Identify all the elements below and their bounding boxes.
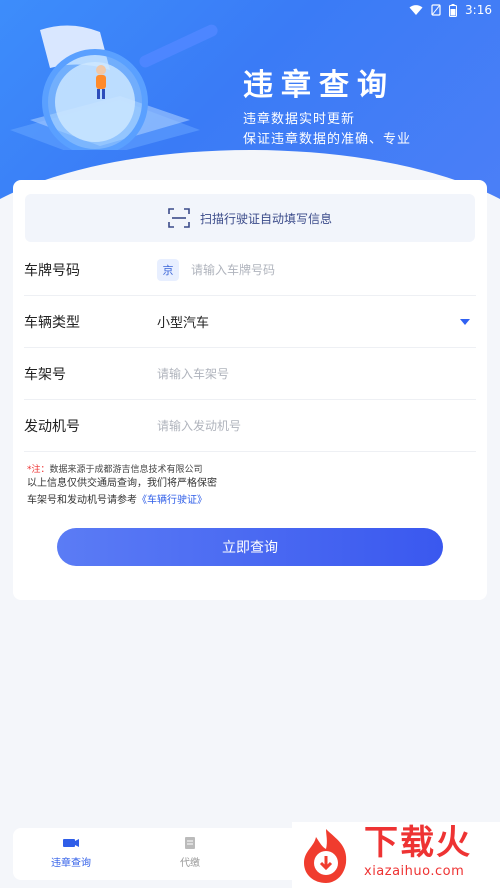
engine-input[interactable]: 请输入发动机号 [157, 417, 241, 434]
plate-row: 车牌号码 京 请输入车牌号码 [24, 244, 476, 296]
vehicle-type-select[interactable]: 小型汽车 [157, 312, 460, 331]
frame-label: 车架号 [24, 366, 66, 383]
plate-province-selector[interactable]: 京 [157, 258, 179, 281]
reference-note-text: 车架号和发动机号请参考 [27, 495, 137, 506]
wifi-icon [409, 5, 423, 15]
magnifier-illustration [10, 24, 218, 150]
dropdown-caret-icon[interactable] [460, 318, 470, 325]
tab-violation-query-label: 违章查询 [51, 858, 91, 869]
submit-query-button[interactable]: 立即查询 [57, 528, 443, 566]
engine-label: 发动机号 [24, 418, 80, 435]
privacy-note: 以上信息仅供交通局查询，我们将严格保密 [27, 478, 217, 489]
vehicle-type-label: 车辆类型 [24, 314, 80, 331]
status-bar: 3:16 [0, 0, 500, 20]
engine-row: 发动机号 请输入发动机号 [24, 400, 476, 452]
query-form-card: 扫描行驶证自动填写信息 车牌号码 京 请输入车牌号码 车辆类型 小型汽车 车架号… [13, 180, 487, 600]
tab-payment[interactable]: 代缴 [150, 836, 230, 869]
battery-icon [449, 3, 458, 17]
camera-tab-icon [63, 839, 79, 847]
scan-label: 扫描行驶证自动填写信息 [199, 211, 332, 226]
plate-input[interactable]: 请输入车牌号码 [191, 261, 275, 278]
vehicle-license-link[interactable]: 《车辆行驶证》 [137, 495, 207, 506]
flame-logo-icon [304, 829, 347, 883]
reference-note: 车架号和发动机号请参考《车辆行驶证》 [27, 491, 207, 506]
scan-icon [168, 208, 190, 228]
site-watermark: 下载火 xiazaihuo.com [292, 822, 500, 888]
plate-label: 车牌号码 [24, 262, 80, 279]
no-sim-icon [431, 4, 441, 16]
clock: 3:16 [465, 3, 492, 17]
watermark-domain: xiazaihuo.com [364, 864, 465, 879]
tab-violation-query[interactable]: 违章查询 [31, 836, 111, 869]
watermark-brand: 下载火 [364, 823, 472, 863]
frame-input[interactable]: 请输入车架号 [157, 365, 229, 382]
frame-row: 车架号 请输入车架号 [24, 348, 476, 400]
hero-subtitle-1: 违章数据实时更新 [243, 112, 356, 127]
vehicle-type-row[interactable]: 车辆类型 小型汽车 [24, 296, 476, 348]
hero-subtitle-2: 保证违章数据的准确、专业 [243, 132, 412, 147]
document-tab-icon [185, 837, 195, 849]
tab-payment-label: 代缴 [180, 858, 200, 869]
hero-header: 3:16 违章查询 违章数据实时更新 保证违章数据的准确、专业 [0, 0, 500, 200]
hero-title: 违章查询 [243, 68, 395, 103]
scan-license-button[interactable]: 扫描行驶证自动填写信息 [25, 194, 475, 242]
